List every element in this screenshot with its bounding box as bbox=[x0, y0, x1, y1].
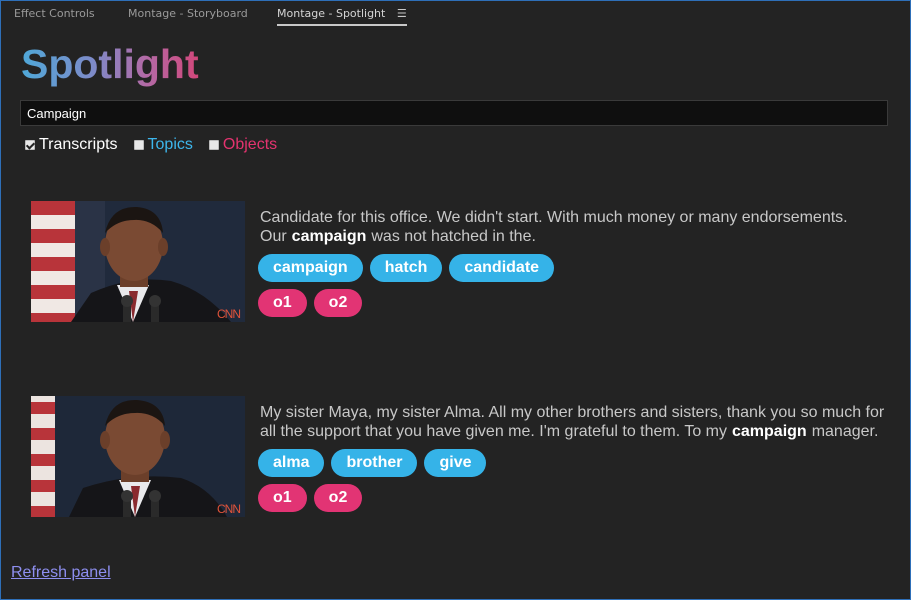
filter-label: Transcripts bbox=[39, 136, 118, 153]
topic-tag[interactable]: alma bbox=[258, 449, 325, 477]
transcript-text: My sister Maya, my sister Alma. All my o… bbox=[260, 403, 890, 441]
topic-tag[interactable]: brother bbox=[331, 449, 418, 477]
video-thumbnail[interactable]: CNN bbox=[31, 201, 245, 322]
transcript-highlight: campaign bbox=[732, 423, 807, 440]
cnn-logo: CNN bbox=[217, 307, 241, 321]
filter-objects[interactable]: Objects bbox=[208, 136, 278, 154]
filter-transcripts[interactable]: Transcripts bbox=[25, 136, 118, 154]
speaker-image bbox=[31, 396, 245, 517]
menu-icon[interactable]: ☰ bbox=[397, 7, 407, 20]
object-tag[interactable]: o1 bbox=[258, 289, 307, 317]
object-tag[interactable]: o2 bbox=[313, 484, 363, 512]
transcript-after: was not hatched in the. bbox=[371, 228, 536, 245]
spotlight-panel: Effect Controls Montage - Storyboard Mon… bbox=[0, 0, 911, 600]
filter-group: Transcripts Topics Objects bbox=[25, 135, 293, 155]
result-item: CNN Candidate for this office. We didn't… bbox=[31, 201, 891, 326]
speaker-image bbox=[31, 201, 245, 322]
topic-tag[interactable]: hatch bbox=[369, 254, 443, 282]
filter-label: Objects bbox=[222, 136, 278, 153]
filter-topics[interactable]: Topics bbox=[133, 136, 193, 154]
page-title: Spotlight bbox=[21, 41, 199, 87]
transcripts-checkbox[interactable] bbox=[25, 140, 35, 150]
object-tag[interactable]: o2 bbox=[313, 289, 363, 317]
object-tags: o1 o2 bbox=[258, 289, 369, 317]
tab-label: Montage - Spotlight bbox=[277, 7, 386, 20]
transcript-text: Candidate for this office. We didn't sta… bbox=[260, 208, 890, 246]
search-input[interactable] bbox=[20, 100, 888, 126]
transcript-after: manager. bbox=[811, 423, 879, 440]
tab-label: Effect Controls bbox=[14, 7, 95, 20]
cnn-logo: CNN bbox=[217, 502, 241, 516]
object-tags: o1 o2 bbox=[258, 484, 369, 512]
transcript-highlight: campaign bbox=[291, 228, 367, 245]
tab-effect-controls[interactable]: Effect Controls bbox=[14, 7, 95, 20]
filter-label: Topics bbox=[147, 136, 193, 153]
topic-tag[interactable]: give bbox=[424, 449, 487, 477]
panel-tab-bar: Effect Controls Montage - Storyboard Mon… bbox=[1, 1, 910, 28]
tab-montage-storyboard[interactable]: Montage - Storyboard bbox=[128, 7, 248, 20]
topic-tag[interactable]: campaign bbox=[258, 254, 363, 282]
objects-checkbox[interactable] bbox=[208, 140, 219, 150]
topics-checkbox[interactable] bbox=[133, 140, 144, 150]
refresh-panel-link[interactable]: Refresh panel bbox=[11, 564, 111, 582]
tab-montage-spotlight[interactable]: Montage - Spotlight ☰ bbox=[277, 7, 407, 26]
topic-tag[interactable]: candidate bbox=[449, 254, 555, 282]
video-thumbnail[interactable]: CNN bbox=[31, 396, 245, 517]
result-item: CNN My sister Maya, my sister Alma. All … bbox=[31, 396, 891, 521]
topic-tags: campaign hatch candidate bbox=[258, 254, 561, 282]
object-tag[interactable]: o1 bbox=[258, 484, 307, 512]
tab-label: Montage - Storyboard bbox=[128, 7, 248, 20]
topic-tags: alma brother give bbox=[258, 449, 493, 477]
